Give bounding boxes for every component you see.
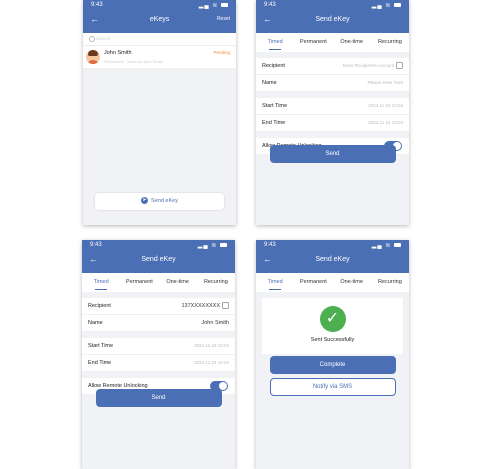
- end-time-value: 2024.11.24 10:04: [194, 360, 229, 365]
- search-placeholder: Search: [96, 36, 111, 41]
- success-message: Sent Successfully: [310, 337, 355, 343]
- recipient-label: Recipient: [262, 63, 285, 69]
- page-title: Send eKey: [141, 256, 176, 263]
- tab-one-time[interactable]: One-time: [333, 33, 371, 52]
- tab-timed[interactable]: Timed: [256, 33, 294, 52]
- form-group: Recipient 137XXXXXXXX Name John Smith: [82, 298, 235, 332]
- tab-bar: Timed Permanent One-time Recurring: [256, 33, 409, 52]
- status-time: 9:43: [90, 242, 102, 248]
- battery-icon: [394, 3, 401, 8]
- tab-permanent[interactable]: Permanent: [294, 273, 332, 292]
- header: 9:43 ▂▄ ≋ ← Send eKey: [82, 240, 235, 273]
- status-icons: ▂▄ ≋: [198, 242, 227, 249]
- name-field[interactable]: Name John Smith: [82, 315, 235, 332]
- tab-permanent[interactable]: Permanent: [294, 33, 332, 52]
- start-time-label: Start Time: [88, 343, 114, 349]
- notify-sms-button[interactable]: Notify via SMS: [269, 378, 396, 396]
- end-time-value: 2024.11.24 10:04: [368, 120, 403, 125]
- start-time-value: 2024.11.18 10:04: [194, 343, 229, 348]
- start-time-label: Start Time: [262, 103, 288, 109]
- status-icons: ▂▄ ≋: [372, 242, 401, 249]
- battery-icon: [220, 243, 227, 248]
- tab-permanent[interactable]: Permanent: [120, 273, 158, 292]
- tab-recurring[interactable]: Recurring: [371, 273, 409, 292]
- contact-icon[interactable]: [222, 302, 229, 310]
- send-icon: ➤: [141, 197, 149, 205]
- send-button[interactable]: Send: [95, 389, 222, 407]
- name-field[interactable]: Name Please enter here: [256, 75, 409, 92]
- status-time: 9:43: [264, 242, 276, 248]
- list-item-subtitle: Permanent · Send by John Smith: [104, 59, 163, 64]
- header: 9:43 ▂▄ ≋ ← Send eKey: [256, 240, 409, 273]
- recipient-placeholder: Enter Recipient's Account: [343, 58, 403, 74]
- tab-recurring[interactable]: Recurring: [371, 33, 409, 52]
- tab-bar: Timed Permanent One-time Recurring: [256, 273, 409, 292]
- nav-bar: ← Send eKey: [256, 252, 409, 267]
- recipient-field[interactable]: Recipient Enter Recipient's Account: [256, 58, 409, 75]
- page-title: eKeys: [149, 16, 170, 23]
- status-bar: 9:43 ▂▄ ≋: [264, 242, 401, 250]
- tab-recurring[interactable]: Recurring: [197, 273, 235, 292]
- status-bar: 9:43 ▂▄ ≋: [90, 242, 227, 250]
- page-title: Send eKey: [315, 256, 350, 263]
- form-group: Recipient Enter Recipient's Account Name…: [256, 58, 409, 92]
- header: 9:43 ▂▄ ≋ ← eKeys Reset: [83, 0, 236, 33]
- checkmark-icon: ✓: [319, 306, 346, 332]
- status-badge: Pending: [213, 50, 230, 55]
- name-value: John Smith: [201, 320, 229, 326]
- search-icon: [89, 36, 95, 42]
- tab-one-time[interactable]: One-time: [333, 273, 371, 292]
- name-label: Name: [262, 80, 277, 86]
- tab-one-time[interactable]: One-time: [159, 273, 197, 292]
- battery-icon: [394, 243, 401, 248]
- name-label: Name: [88, 320, 103, 326]
- search-input[interactable]: Search: [83, 33, 236, 46]
- end-time-field[interactable]: End Time 2024.11.24 10:04: [256, 115, 409, 132]
- start-time-field[interactable]: Start Time 2024.11.18 10:04: [82, 338, 235, 355]
- tab-timed[interactable]: Timed: [256, 273, 294, 292]
- recipient-value: 137XXXXXXXX: [181, 298, 229, 314]
- end-time-label: End Time: [88, 360, 112, 366]
- recipient-field[interactable]: Recipient 137XXXXXXXX: [82, 298, 235, 315]
- list-item[interactable]: John Smith Permanent · Send by John Smit…: [83, 46, 236, 69]
- tab-bar: Timed Permanent One-time Recurring: [82, 273, 235, 292]
- status-icons: ▂▄ ≋: [199, 2, 228, 9]
- send-ekey-button[interactable]: ➤ Send eKey: [95, 193, 224, 210]
- status-icons: ▂▄ ≋: [372, 2, 401, 9]
- status-bar: 9:43 ▂▄ ≋: [264, 2, 401, 10]
- start-time-value: 2024.11.18 10:04: [368, 103, 403, 108]
- time-group: Start Time 2024.11.18 10:04 End Time 202…: [82, 338, 235, 372]
- header: 9:43 ▂▄ ≋ ← Send eKey: [256, 0, 409, 33]
- time-group: Start Time 2024.11.18 10:04 End Time 202…: [256, 98, 409, 132]
- start-time-field[interactable]: Start Time 2024.11.18 10:04: [256, 98, 409, 115]
- screen-send-success: 9:43 ▂▄ ≋ ← Send eKey Timed Permanent On…: [256, 240, 409, 469]
- nav-bar: ← Send eKey: [82, 252, 235, 267]
- screen-send-ekey-empty: 9:43 ▂▄ ≋ ← Send eKey Timed Permanent On…: [256, 0, 409, 225]
- tab-timed[interactable]: Timed: [82, 273, 120, 292]
- battery-icon: [221, 3, 228, 8]
- name-placeholder: Please enter here: [367, 80, 403, 85]
- page-title: Send eKey: [315, 16, 350, 23]
- list-item-name: John Smith: [104, 50, 132, 56]
- nav-bar: ← Send eKey: [256, 12, 409, 27]
- recipient-label: Recipient: [88, 303, 111, 309]
- avatar: [86, 50, 100, 64]
- end-time-label: End Time: [262, 120, 286, 126]
- contact-icon[interactable]: [396, 62, 403, 70]
- status-time: 9:43: [264, 2, 276, 8]
- status-time: 9:43: [91, 2, 103, 8]
- success-card: ✓ Sent Successfully: [262, 298, 403, 354]
- status-bar: 9:43 ▂▄ ≋: [91, 2, 228, 10]
- send-button[interactable]: Send: [269, 145, 396, 163]
- reset-button[interactable]: Reset: [217, 12, 230, 27]
- send-ekey-label: Send eKey: [151, 198, 178, 204]
- complete-button[interactable]: Complete: [269, 356, 396, 374]
- nav-bar: ← eKeys Reset: [83, 12, 236, 27]
- screen-ekeys-list: 9:43 ▂▄ ≋ ← eKeys Reset Search John Smit…: [83, 0, 236, 225]
- screen-send-ekey-filled: 9:43 ▂▄ ≋ ← Send eKey Timed Permanent On…: [82, 240, 235, 469]
- end-time-field[interactable]: End Time 2024.11.24 10:04: [82, 355, 235, 372]
